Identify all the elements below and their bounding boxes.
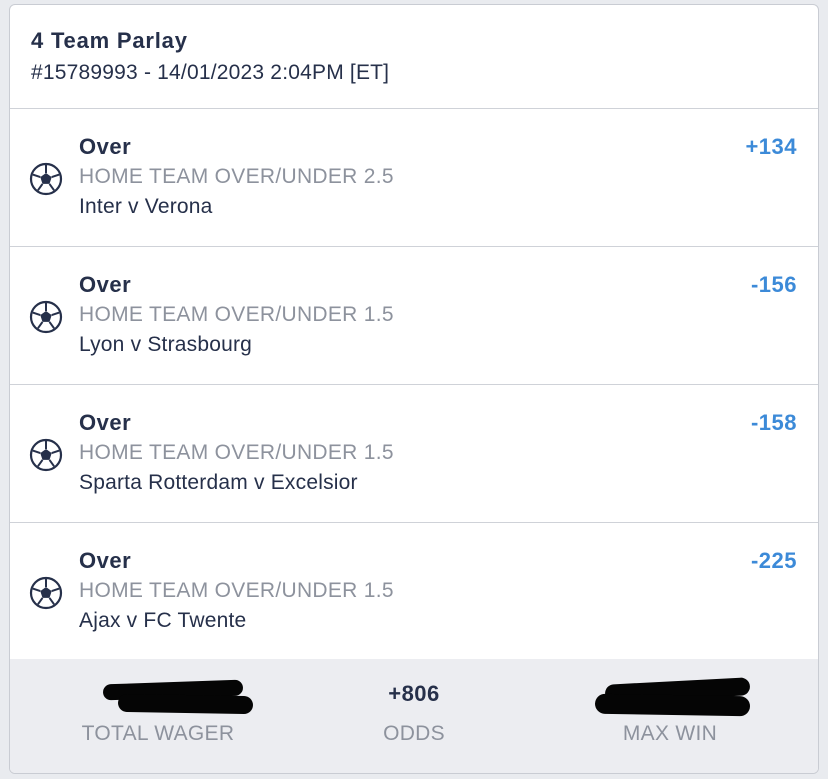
leg-selection: Over xyxy=(79,410,132,435)
soccer-ball-icon xyxy=(29,576,63,610)
parlay-leg: Over HOME TEAM OVER/UNDER 1.5 Sparta Rot… xyxy=(10,385,818,523)
soccer-ball-icon xyxy=(29,300,63,334)
total-wager-label: TOTAL WAGER xyxy=(81,722,235,745)
bet-reference: #15789993 - 14/01/2023 2:04PM [ET] xyxy=(31,61,390,84)
leg-details: Over HOME TEAM OVER/UNDER 1.5 Sparta Rot… xyxy=(79,408,394,498)
leg-event: Lyon v Strasbourg xyxy=(79,333,253,356)
max-win-label: MAX WIN xyxy=(622,722,718,745)
leg-selection: Over xyxy=(79,134,132,159)
leg-details: Over HOME TEAM OVER/UNDER 2.5 Inter v Ve… xyxy=(79,132,394,222)
bet-slip-card: 4 Team Parlay #15789993 - 14/01/2023 2:0… xyxy=(9,4,819,774)
leg-details: Over HOME TEAM OVER/UNDER 1.5 Lyon v Str… xyxy=(79,270,394,360)
leg-event: Ajax v FC Twente xyxy=(79,609,247,632)
bet-title: 4 Team Parlay xyxy=(31,28,188,53)
soccer-ball-icon xyxy=(29,438,63,472)
leg-event: Sparta Rotterdam v Excelsior xyxy=(79,471,358,494)
leg-details: Over HOME TEAM OVER/UNDER 1.5 Ajax v FC … xyxy=(79,546,394,636)
leg-market: HOME TEAM OVER/UNDER 1.5 xyxy=(79,441,394,464)
leg-odds: -156 xyxy=(750,272,797,297)
odds-value: +806 xyxy=(388,681,440,706)
leg-market: HOME TEAM OVER/UNDER 1.5 xyxy=(79,579,394,602)
bet-summary: TOTAL WAGER +806 ODDS MAX WIN xyxy=(10,659,818,773)
bet-header: 4 Team Parlay #15789993 - 14/01/2023 2:0… xyxy=(10,5,818,109)
parlay-leg: Over HOME TEAM OVER/UNDER 1.5 Lyon v Str… xyxy=(10,247,818,385)
total-wager-redaction xyxy=(117,693,254,715)
leg-selection: Over xyxy=(79,272,132,297)
leg-event: Inter v Verona xyxy=(79,195,213,218)
odds-stat: +806 ODDS xyxy=(294,677,534,749)
odds-label: ODDS xyxy=(383,722,445,745)
max-win-stat: MAX WIN xyxy=(550,677,790,749)
parlay-leg: Over HOME TEAM OVER/UNDER 2.5 Inter v Ve… xyxy=(10,109,818,247)
leg-market: HOME TEAM OVER/UNDER 1.5 xyxy=(79,303,394,326)
parlay-leg: Over HOME TEAM OVER/UNDER 1.5 Ajax v FC … xyxy=(10,523,818,661)
soccer-ball-icon xyxy=(29,162,63,196)
max-win-redaction xyxy=(594,693,751,717)
leg-odds: -158 xyxy=(750,410,797,435)
leg-selection: Over xyxy=(79,548,132,573)
leg-odds: -225 xyxy=(750,548,797,573)
total-wager-stat: TOTAL WAGER xyxy=(38,677,278,749)
leg-market: HOME TEAM OVER/UNDER 2.5 xyxy=(79,165,394,188)
leg-odds: +134 xyxy=(745,134,797,159)
